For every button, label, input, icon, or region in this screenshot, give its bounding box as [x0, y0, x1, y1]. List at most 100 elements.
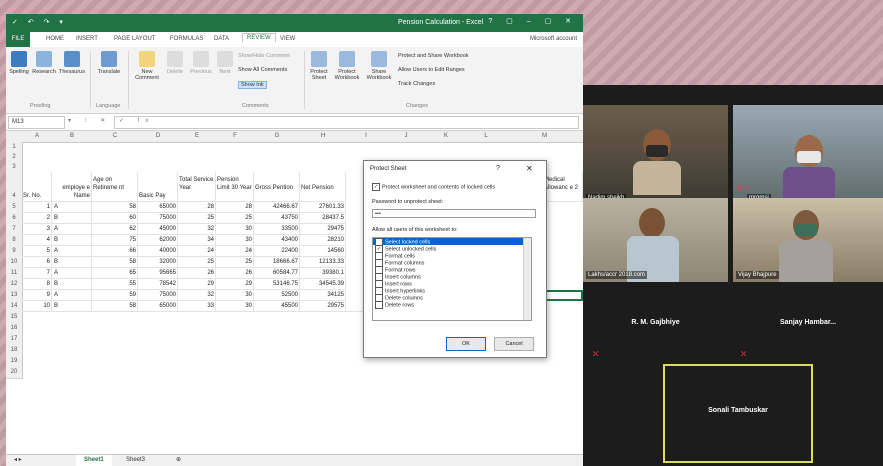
cell-gross[interactable]: 43400: [254, 235, 300, 246]
cell-name[interactable]: B: [52, 257, 92, 268]
column-header[interactable]: H: [300, 131, 347, 143]
permission-option[interactable]: Format rows: [373, 266, 531, 274]
cell-gross[interactable]: 43750: [254, 213, 300, 224]
participant-tile[interactable]: Lakhs/accr 2018.com: [583, 198, 728, 282]
cell-service[interactable]: 25: [178, 257, 216, 268]
tab-nav-arrows[interactable]: ◂ ▸: [14, 455, 22, 466]
column-header[interactable]: C: [92, 131, 139, 143]
cell-service[interactable]: 32: [178, 290, 216, 301]
cell-age[interactable]: 58: [92, 202, 138, 213]
column-header[interactable]: I: [346, 131, 387, 143]
tab-sheet3[interactable]: Sheet3: [118, 455, 153, 466]
column-header[interactable]: D: [138, 131, 179, 143]
tab-view[interactable]: VIEW: [280, 36, 295, 42]
checkbox-icon[interactable]: [375, 301, 383, 309]
cell-limit[interactable]: 24: [216, 246, 254, 257]
tab-formulas[interactable]: FORMULAS: [170, 36, 203, 42]
cell-sr[interactable]: 7: [22, 268, 52, 279]
permission-option[interactable]: ✓ Select unlocked cells: [373, 245, 531, 253]
cell-net[interactable]: 14560: [300, 246, 346, 257]
cell-sr[interactable]: 4: [22, 235, 52, 246]
column-header[interactable]: L: [466, 131, 507, 143]
close-icon[interactable]: ✕: [526, 164, 533, 173]
cell-name[interactable]: B: [52, 235, 92, 246]
cell-service[interactable]: 25: [178, 213, 216, 224]
tab-page-layout[interactable]: PAGE LAYOUT: [114, 36, 155, 42]
permission-option[interactable]: Format cells: [373, 252, 531, 260]
cell-gross[interactable]: 18666.67: [254, 257, 300, 268]
cell-limit[interactable]: 25: [216, 213, 254, 224]
column-header[interactable]: J: [386, 131, 427, 143]
cell-sr[interactable]: 8: [22, 279, 52, 290]
track-changes-button[interactable]: Track Changes: [398, 81, 435, 87]
cell-limit[interactable]: 30: [216, 301, 254, 312]
cell-net[interactable]: 27601.33: [300, 202, 346, 213]
name-box[interactable]: M13: [8, 116, 65, 129]
header-medical-allowance[interactable]: Medical Allowanc e 2: [543, 172, 583, 202]
row-header[interactable]: 4: [6, 172, 23, 203]
cell-age[interactable]: 58: [92, 257, 138, 268]
cell-service[interactable]: 28: [178, 202, 216, 213]
cancel-button[interactable]: Cancel: [494, 337, 534, 351]
cell-net[interactable]: 34125: [300, 290, 346, 301]
next-comment-button[interactable]: Next: [216, 51, 234, 75]
participant-tile[interactable]: Nadim sheikh: [583, 105, 728, 205]
cell-name[interactable]: B: [52, 279, 92, 290]
tab-home[interactable]: HOME: [46, 36, 64, 42]
column-header[interactable]: F: [216, 131, 255, 143]
cell-net[interactable]: 34545.39: [300, 279, 346, 290]
cell-service[interactable]: 29: [178, 279, 216, 290]
header-basic-pay[interactable]: Basic Pay: [138, 172, 178, 202]
cell-name[interactable]: B: [52, 213, 92, 224]
quick-access-toolbar[interactable]: ✓ ↶ ↷ ▾: [12, 18, 67, 26]
header-net-pension[interactable]: Net Pension: [300, 172, 346, 202]
cell-limit[interactable]: 30: [216, 224, 254, 235]
protect-workbook-button[interactable]: Protect Workbook: [332, 51, 362, 81]
cell-sr[interactable]: 6: [22, 257, 52, 268]
translate-button[interactable]: Translate: [94, 51, 124, 75]
tab-data[interactable]: DATA: [214, 36, 229, 42]
header-total-service-year[interactable]: Total Service Year: [178, 172, 216, 202]
cell-gross[interactable]: 22400: [254, 246, 300, 257]
permissions-list[interactable]: ✓ Select locked cells ✓ Select unlocked cel…: [372, 237, 532, 321]
allow-users-edit-ranges-button[interactable]: Allow Users to Edit Ranges: [398, 67, 465, 73]
column-header[interactable]: K: [426, 131, 467, 143]
cell-basic[interactable]: 65000: [138, 202, 178, 213]
cell-limit[interactable]: 29: [216, 279, 254, 290]
participant-tile[interactable]: ⛌ mrqmsi: [733, 105, 883, 205]
help-icon[interactable]: ?: [496, 165, 500, 172]
permission-option[interactable]: Insert columns: [373, 273, 531, 281]
show-ink-button[interactable]: Show Ink: [238, 81, 267, 89]
cell-name[interactable]: A: [52, 290, 92, 301]
cell-basic[interactable]: 75000: [138, 213, 178, 224]
column-header[interactable]: A: [22, 131, 53, 143]
formula-input[interactable]: [114, 116, 579, 129]
show-hide-comment-button[interactable]: Show/Hide Comment: [238, 53, 290, 59]
permission-option[interactable]: Delete rows: [373, 301, 531, 309]
column-header[interactable]: B: [52, 131, 93, 143]
cell-basic[interactable]: 40000: [138, 246, 178, 257]
cell-sr[interactable]: 1: [22, 202, 52, 213]
show-all-comments-button[interactable]: Show All Comments: [238, 67, 287, 73]
thesaurus-button[interactable]: Thesaurus: [58, 51, 86, 75]
column-header[interactable]: E: [178, 131, 217, 143]
protect-sheet-button[interactable]: Protect Sheet: [308, 51, 330, 81]
cell-basic[interactable]: 45000: [138, 224, 178, 235]
protect-contents-option[interactable]: ✓ Protect worksheet and contents of locke…: [372, 183, 495, 191]
row-header[interactable]: 20: [6, 367, 23, 379]
header-sr-no[interactable]: Sr. No.: [22, 172, 52, 202]
cell-sr[interactable]: 9: [22, 290, 52, 301]
previous-comment-button[interactable]: Previous: [188, 51, 214, 75]
account-menu[interactable]: Microsoft account: [530, 36, 577, 42]
tab-file[interactable]: FILE: [6, 32, 30, 47]
tab-insert[interactable]: INSERT: [76, 36, 98, 42]
new-comment-button[interactable]: New Comment: [132, 51, 162, 81]
cell-age[interactable]: 59: [92, 290, 138, 301]
cell-name[interactable]: A: [52, 246, 92, 257]
permission-option[interactable]: Format columns: [373, 259, 531, 267]
header-employee-name[interactable]: employe e Name: [52, 172, 92, 202]
active-speaker-tile[interactable]: Sonali Tambuskar: [663, 364, 813, 463]
cell-service[interactable]: 32: [178, 224, 216, 235]
cell-gross[interactable]: 45500: [254, 301, 300, 312]
add-sheet-icon[interactable]: ⊕: [168, 455, 189, 466]
